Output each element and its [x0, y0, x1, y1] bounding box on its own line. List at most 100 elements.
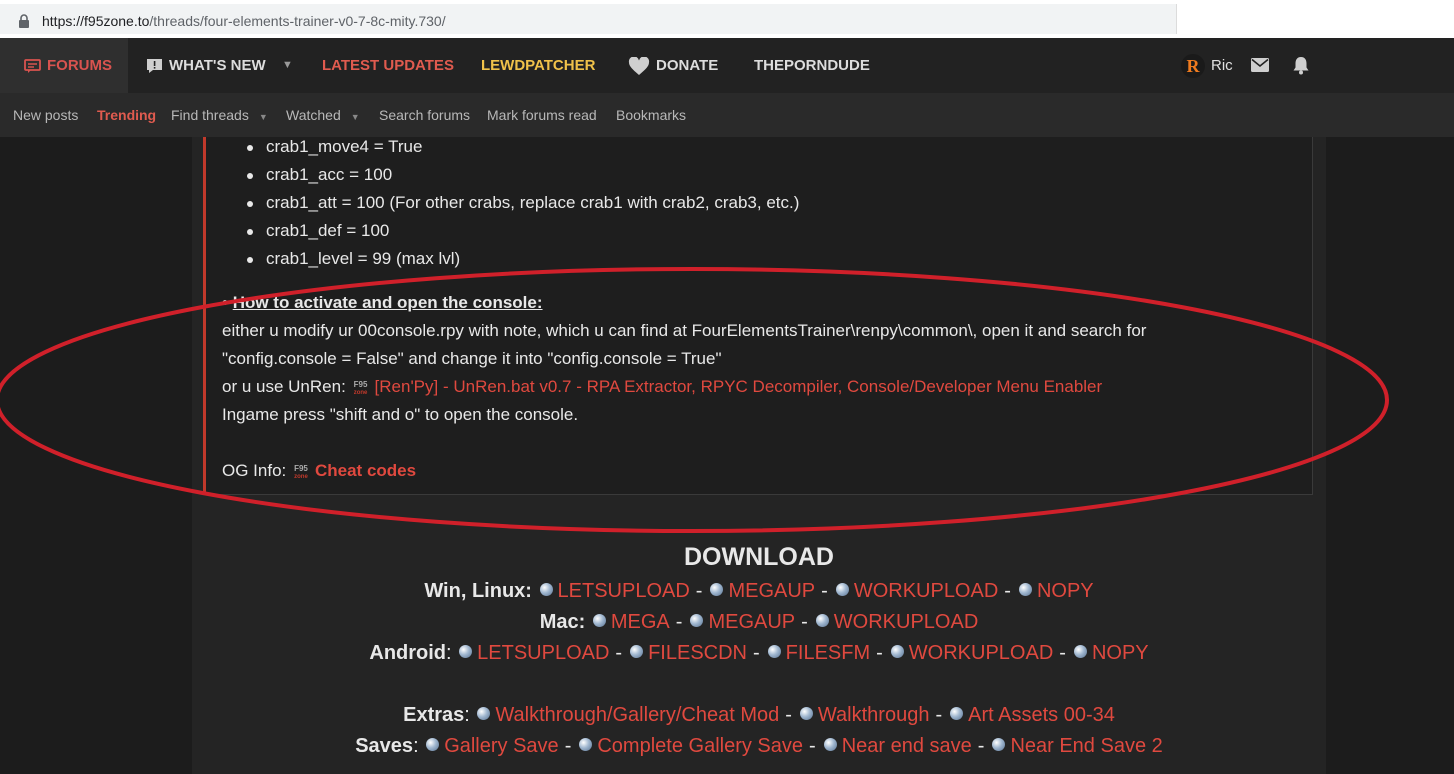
list-item: crab1_move4 = True: [244, 133, 799, 161]
globe-icon: [950, 707, 964, 720]
url-host: https://f95zone.to: [42, 13, 150, 29]
globe-icon: [579, 738, 593, 751]
nav-forums-label: FORUMS: [47, 57, 112, 74]
download-link[interactable]: LETSUPLOAD: [558, 580, 690, 602]
download-link[interactable]: Walkthrough: [818, 704, 930, 726]
list-item: crab1_def = 100: [244, 217, 799, 245]
sub-nav: New posts Trending Find threads ▼ Watched…: [0, 93, 1454, 137]
nav-theporndude[interactable]: THEPORNDUDE: [754, 38, 870, 93]
f95-thread-icon: F95 zone: [294, 464, 308, 481]
download-row-android: Android: LETSUPLOAD - FILESCDN - FILESFM - WOR…: [369, 642, 1149, 664]
globe-icon: [690, 614, 704, 627]
download-link[interactable]: WORKUPLOAD: [854, 580, 998, 602]
download-link[interactable]: FILESFM: [786, 642, 870, 664]
nav-donate[interactable]: DONATE: [628, 38, 718, 93]
og-info-prefix: OG Info:: [222, 461, 287, 480]
saves-label: Saves: [355, 735, 414, 757]
download-link[interactable]: NOPY: [1092, 642, 1149, 664]
console-instruction-line-2: "config.console = False" and change it i…: [222, 349, 722, 368]
forum-icon: [24, 58, 41, 73]
download-link[interactable]: Near End Save 2: [1010, 735, 1162, 757]
globe-icon: [890, 645, 904, 658]
download-row-saves: Saves: Gallery Save - Complete Gallery Sav…: [355, 735, 1163, 757]
globe-icon: [710, 583, 724, 596]
download-link[interactable]: MEGAUP: [708, 611, 795, 633]
globe-icon: [592, 614, 606, 627]
subnav-trending[interactable]: Trending: [97, 93, 156, 137]
page-gutter: [0, 137, 192, 774]
download-link[interactable]: NOPY: [1037, 580, 1094, 602]
unren-thread-link[interactable]: [Ren'Py] - UnRen.bat v0.7 - RPA Extracto…: [375, 377, 1103, 396]
download-link[interactable]: WORKUPLOAD: [909, 642, 1053, 664]
cheat-codes-link[interactable]: Cheat codes: [315, 461, 416, 480]
avatar[interactable]: R: [1181, 54, 1205, 78]
chevron-down-icon[interactable]: ▼: [259, 112, 268, 122]
ingame-line: Ingame press "shift and o" to open the c…: [222, 405, 579, 424]
chevron-down-icon[interactable]: ▼: [282, 38, 293, 93]
f95-thread-icon: F95 zone: [353, 380, 368, 397]
download-link[interactable]: FILESCDN: [648, 642, 747, 664]
nav-donate-label: DONATE: [656, 57, 719, 74]
subnav-new-posts[interactable]: New posts: [13, 93, 78, 137]
nav-whats-new[interactable]: WHAT'S NEW: [146, 38, 266, 93]
url-text[interactable]: https://f95zone.to/threads/four-elements…: [42, 13, 446, 29]
alert-bubble-icon: [147, 59, 162, 74]
bell-icon[interactable]: [1292, 56, 1310, 75]
console-heading-text: How to activate and open the console:: [232, 293, 543, 312]
og-info-line: OG Info: F95 zone Cheat codes: [222, 461, 416, 481]
nav-lewdpatcher[interactable]: LEWDPATCHER: [481, 38, 595, 93]
nav-forums[interactable]: FORUMS: [0, 38, 128, 93]
download-link[interactable]: WORKUPLOAD: [834, 611, 978, 633]
download-link[interactable]: Walkthrough/Gallery/Cheat Mod: [495, 704, 779, 726]
download-row-mac: Mac: MEGA - MEGAUP - WORKUPLOAD: [539, 611, 979, 633]
download-link[interactable]: Complete Gallery Save: [597, 735, 803, 757]
nav-whats-new-label: WHAT'S NEW: [169, 57, 266, 74]
globe-icon: [426, 738, 440, 751]
globe-icon: [767, 645, 781, 658]
globe-icon: [815, 614, 829, 627]
chevron-down-icon[interactable]: ▼: [351, 112, 360, 122]
subnav-search-forums[interactable]: Search forums: [379, 93, 470, 137]
globe-icon: [1073, 645, 1087, 658]
subnav-watched[interactable]: Watched ▼: [286, 93, 360, 137]
list-item: crab1_level = 99 (max lvl): [244, 245, 799, 273]
android-label: Android: [369, 642, 447, 664]
download-link[interactable]: Near end save: [842, 735, 972, 757]
cheat-variable-list: crab1_move4 = True crab1_acc = 100 crab1…: [244, 133, 799, 273]
globe-icon: [539, 583, 553, 596]
globe-icon: [477, 707, 491, 720]
win-linux-label: Win, Linux: [424, 580, 526, 602]
globe-icon: [992, 738, 1006, 751]
globe-icon: [1018, 583, 1032, 596]
list-item: crab1_acc = 100: [244, 161, 799, 189]
extras-label: Extras: [403, 704, 465, 726]
unren-line: or u use UnRen: F95 zone [Ren'Py] - UnRen.…: [222, 377, 1102, 397]
download-link[interactable]: MEGAUP: [728, 580, 815, 602]
download-link[interactable]: MEGA: [611, 611, 670, 633]
subnav-watched-label: Watched: [286, 107, 341, 123]
download-row-extras: Extras: Walkthrough/Gallery/Cheat Mod - Wa…: [403, 704, 1115, 726]
globe-icon: [823, 738, 837, 751]
subnav-find-threads[interactable]: Find threads ▼: [171, 93, 268, 137]
user-name[interactable]: Ric: [1211, 38, 1233, 93]
nav-latest-updates[interactable]: LATEST UPDATES: [322, 38, 454, 93]
download-link[interactable]: Gallery Save: [444, 735, 559, 757]
list-item: crab1_att = 100 (For other crabs, replac…: [244, 189, 799, 217]
main-nav: FORUMS WHAT'S NEW ▼ LATEST UPDATES LEWDP…: [0, 38, 1454, 93]
subnav-bookmarks[interactable]: Bookmarks: [616, 93, 686, 137]
download-link[interactable]: LETSUPLOAD: [477, 642, 609, 664]
globe-icon: [835, 583, 849, 596]
subnav-mark-forums-read[interactable]: Mark forums read: [487, 93, 597, 137]
download-row-win-linux: Win, Linux: LETSUPLOAD - MEGAUP - WORKUPLOAD…: [424, 580, 1094, 602]
mail-icon[interactable]: [1251, 58, 1269, 72]
globe-icon: [630, 645, 644, 658]
download-link[interactable]: Art Assets 00-34: [968, 704, 1115, 726]
globe-icon: [459, 645, 473, 658]
globe-icon: [799, 707, 813, 720]
url-box[interactable]: https://f95zone.to/threads/four-elements…: [0, 4, 1177, 34]
subnav-find-threads-label: Find threads: [171, 107, 249, 123]
console-instruction-line-1: either u modify ur 00console.rpy with no…: [222, 321, 1147, 340]
browser-address-bar: https://f95zone.to/threads/four-elements…: [0, 0, 1454, 38]
download-title: DOWNLOAD: [684, 543, 834, 571]
lock-icon: [19, 14, 29, 28]
